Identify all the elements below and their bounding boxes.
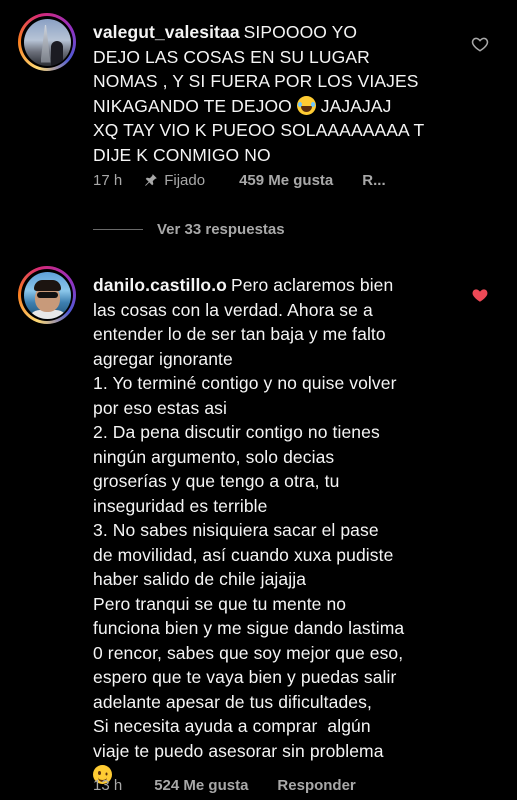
comment-body: valegut_valesitaa SIPOOOO YO DEJO LAS COS… xyxy=(93,20,453,167)
comment-time: 13 h xyxy=(93,776,123,794)
view-replies-label: Ver 33 respuestas xyxy=(157,220,285,238)
comment-meta: 13 h 524 Me gusta Responder xyxy=(93,773,356,797)
like-count[interactable]: 524 Me gusta xyxy=(154,777,248,794)
comment-username[interactable]: valegut_valesitaa xyxy=(93,22,240,42)
comment-meta: 17 h Fijado 459 Me gusta R... xyxy=(93,168,386,192)
avatar-image xyxy=(23,18,71,66)
avatar-danilo[interactable] xyxy=(18,266,76,324)
pin-icon xyxy=(145,174,158,186)
comment-time: 17 h xyxy=(93,171,123,189)
comment-2: danilo.castillo.o Pero aclaremos bien las… xyxy=(0,250,517,800)
pinned-label: Fijado xyxy=(164,171,206,189)
comment-1: valegut_valesitaa SIPOOOO YO DEJO LAS COS… xyxy=(0,0,517,250)
reply-button[interactable]: Responder xyxy=(277,777,355,794)
replies-divider xyxy=(93,228,143,230)
comment-username[interactable]: danilo.castillo.o xyxy=(93,275,227,295)
face-with-tears-of-joy-emoji xyxy=(296,95,316,115)
avatar-image xyxy=(23,271,71,319)
comment-text: Pero aclaremos bien las cosas con la ver… xyxy=(93,275,405,761)
view-replies-button[interactable]: Ver 33 respuestas xyxy=(93,219,285,239)
comment-body: danilo.castillo.o Pero aclaremos bien las… xyxy=(93,273,453,788)
heart-outline-icon[interactable] xyxy=(471,35,489,53)
reply-button[interactable]: R... xyxy=(362,172,385,189)
pinned-indicator: Fijado xyxy=(144,172,205,189)
avatar-valegut[interactable] xyxy=(18,13,76,71)
like-count[interactable]: 459 Me gusta xyxy=(239,172,333,189)
heart-filled-icon[interactable] xyxy=(471,286,489,304)
